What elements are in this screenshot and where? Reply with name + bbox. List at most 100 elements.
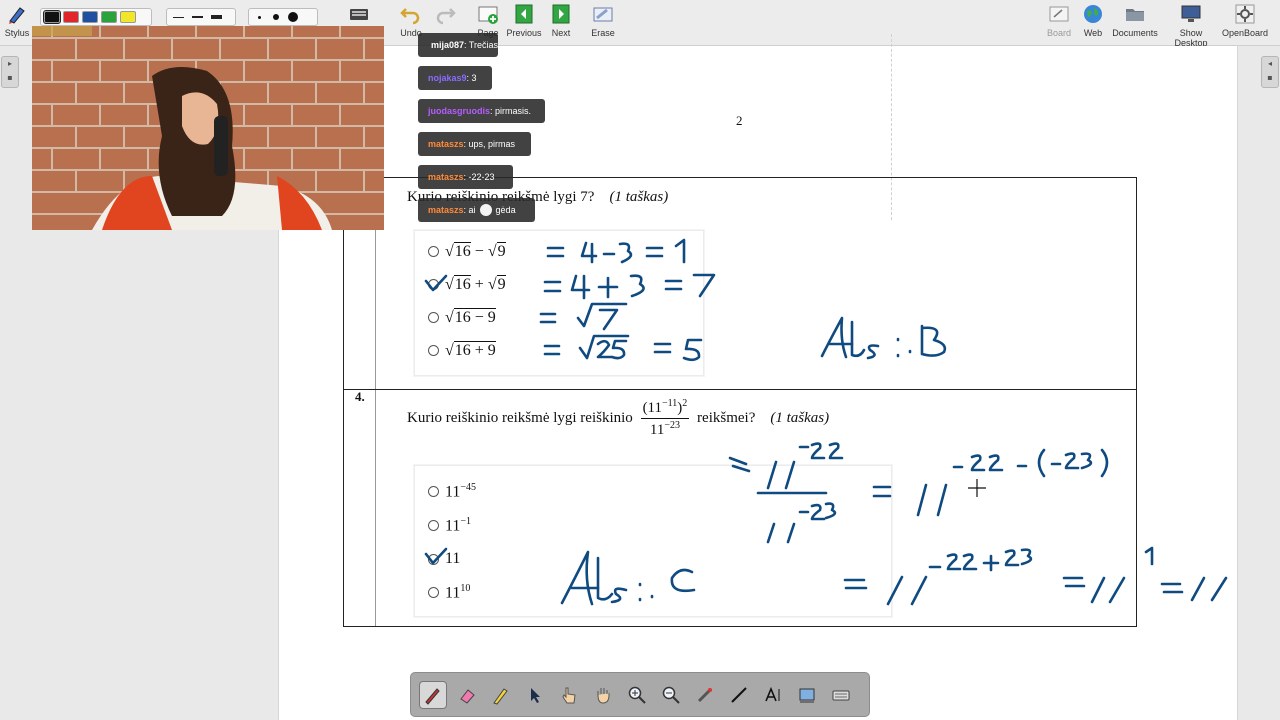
left-panel-toggle[interactable]: ▸ ▪: [1, 56, 19, 88]
laser-pointer-tool-button[interactable]: [691, 681, 719, 709]
documents-button[interactable]: Documents: [1111, 3, 1159, 38]
pen-tool-button[interactable]: [419, 681, 447, 709]
next-page-icon: [552, 4, 570, 24]
previous-page-icon: [515, 4, 533, 24]
keyboard-icon: [832, 690, 850, 701]
openboard-label: OpenBoard: [1221, 28, 1269, 38]
redo-icon: [436, 8, 456, 25]
eraser-icon: [460, 689, 475, 704]
interact-tool-button[interactable]: [555, 681, 583, 709]
option-a-radio[interactable]: [428, 486, 439, 498]
table-column-divider: [375, 178, 376, 626]
eraser-small-button[interactable]: [252, 11, 266, 23]
eraser-tool-button[interactable]: [453, 681, 481, 709]
text-tool-button[interactable]: [759, 681, 787, 709]
option-d-radio[interactable]: [428, 345, 439, 356]
zoom-out-tool-button[interactable]: [657, 681, 685, 709]
openboard-menu-button[interactable]: OpenBoard: [1221, 3, 1269, 38]
eraser-medium-button[interactable]: [269, 11, 283, 23]
chat-message: juodasgruodis : pirmasis.: [418, 99, 545, 123]
color-black-swatch[interactable]: [43, 10, 61, 24]
webcam-video-feed: [32, 26, 384, 230]
question4-fraction: (11−11)2 11−23: [640, 398, 690, 438]
color-blue-swatch[interactable]: [82, 11, 98, 23]
capture-tool-button[interactable]: [793, 681, 821, 709]
selector-tool-button[interactable]: [521, 681, 549, 709]
option-a-radio[interactable]: [428, 246, 439, 257]
line-tool-button[interactable]: [725, 681, 753, 709]
undo-icon: [400, 8, 420, 25]
option-a-expression: √16 − √9: [445, 242, 506, 260]
option-c-expression: 11: [445, 550, 461, 567]
marker-tool-button[interactable]: [487, 681, 515, 709]
hand-tool-button[interactable]: [589, 681, 617, 709]
virtual-keyboard-tool-button[interactable]: [827, 681, 855, 709]
option-d-expression: 1110: [445, 583, 471, 602]
laser-pointer-icon: [697, 688, 712, 703]
chat-username: juodasgruodis: [428, 106, 491, 116]
question4-option-c[interactable]: 11: [428, 550, 460, 568]
pen-icon: [425, 688, 440, 705]
chat-text: : ai: [463, 205, 476, 215]
show-desktop-button[interactable]: Show Desktop: [1166, 3, 1216, 48]
chat-username: mataszs: [428, 205, 464, 215]
option-c-radio[interactable]: [428, 553, 439, 565]
question3-option-c[interactable]: √16 − 9: [428, 308, 496, 327]
line-thick-button[interactable]: [208, 11, 224, 23]
chat-text: gėda: [495, 205, 516, 215]
option-c-radio[interactable]: [428, 312, 439, 323]
highlighter-icon: [493, 688, 508, 705]
webcam-overlay: [32, 26, 384, 230]
web-button[interactable]: Web: [1069, 3, 1117, 38]
page-number: 2: [736, 113, 743, 128]
stylus-icon: [9, 7, 25, 24]
chat-text: : 3: [466, 73, 477, 83]
zoom-out-icon: [662, 686, 680, 704]
line-width-selector: [166, 8, 236, 26]
chat-text: : pirmasis.: [490, 106, 532, 116]
erase-label: Erase: [591, 28, 615, 38]
color-green-swatch[interactable]: [101, 11, 117, 23]
show-desktop-label: Show Desktop: [1174, 28, 1208, 48]
option-a-expression: 11−45: [445, 482, 477, 501]
pointing-hand-icon: [562, 687, 576, 704]
color-red-swatch[interactable]: [63, 11, 79, 23]
color-yellow-swatch[interactable]: [120, 11, 136, 23]
zoom-in-tool-button[interactable]: [623, 681, 651, 709]
next-label: Next: [551, 28, 571, 38]
add-page-icon: [478, 6, 498, 24]
question4-option-b[interactable]: 11−1: [428, 516, 471, 535]
right-panel-toggle[interactable]: ◂ ▪: [1261, 56, 1279, 88]
option-b-radio[interactable]: [428, 279, 439, 290]
question4-text-start: Kurio reiškinio reikšmė lygi reiškinio: [407, 409, 633, 426]
next-button[interactable]: Next: [537, 3, 585, 38]
erase-button[interactable]: Erase: [579, 3, 627, 38]
question4-points: (1 taškas): [770, 409, 830, 426]
question4-option-d[interactable]: 1110: [428, 583, 470, 602]
question3-option-a[interactable]: √16 − √9: [428, 242, 506, 261]
chat-message: mataszs : ai gėda: [418, 198, 535, 222]
chat-username: mataszs: [428, 172, 464, 182]
chat-message: mataszs : ups, pirmas: [418, 132, 531, 156]
zoom-in-icon: [628, 686, 646, 704]
option-d-expression: √16 + 9: [445, 341, 496, 359]
question4-prompt: Kurio reiškinio reikšmė lygi reiškinio (…: [407, 398, 829, 439]
question4-options-panel: [414, 465, 892, 617]
line-medium-button[interactable]: [189, 11, 205, 23]
chat-text: : ups, pirmas: [463, 139, 516, 149]
text-icon: [765, 686, 780, 702]
option-d-radio[interactable]: [428, 587, 439, 599]
color-palette: [40, 8, 152, 26]
question3-option-d[interactable]: √16 + 9: [428, 341, 496, 360]
redo-button[interactable]: [421, 3, 469, 28]
board-label: Board: [1046, 28, 1072, 38]
question3-option-b[interactable]: √16 + √9: [428, 275, 506, 294]
keyboard-button[interactable]: [335, 3, 383, 28]
chat-message: mataszs : -22-23: [418, 165, 513, 189]
eraser-large-button[interactable]: [286, 11, 300, 23]
line-thin-button[interactable]: [170, 11, 186, 23]
chat-username: mataszs: [428, 139, 464, 149]
chat-message: mija087 : Trečias: [418, 33, 498, 57]
option-b-radio[interactable]: [428, 520, 439, 532]
question4-option-a[interactable]: 11−45: [428, 482, 476, 501]
